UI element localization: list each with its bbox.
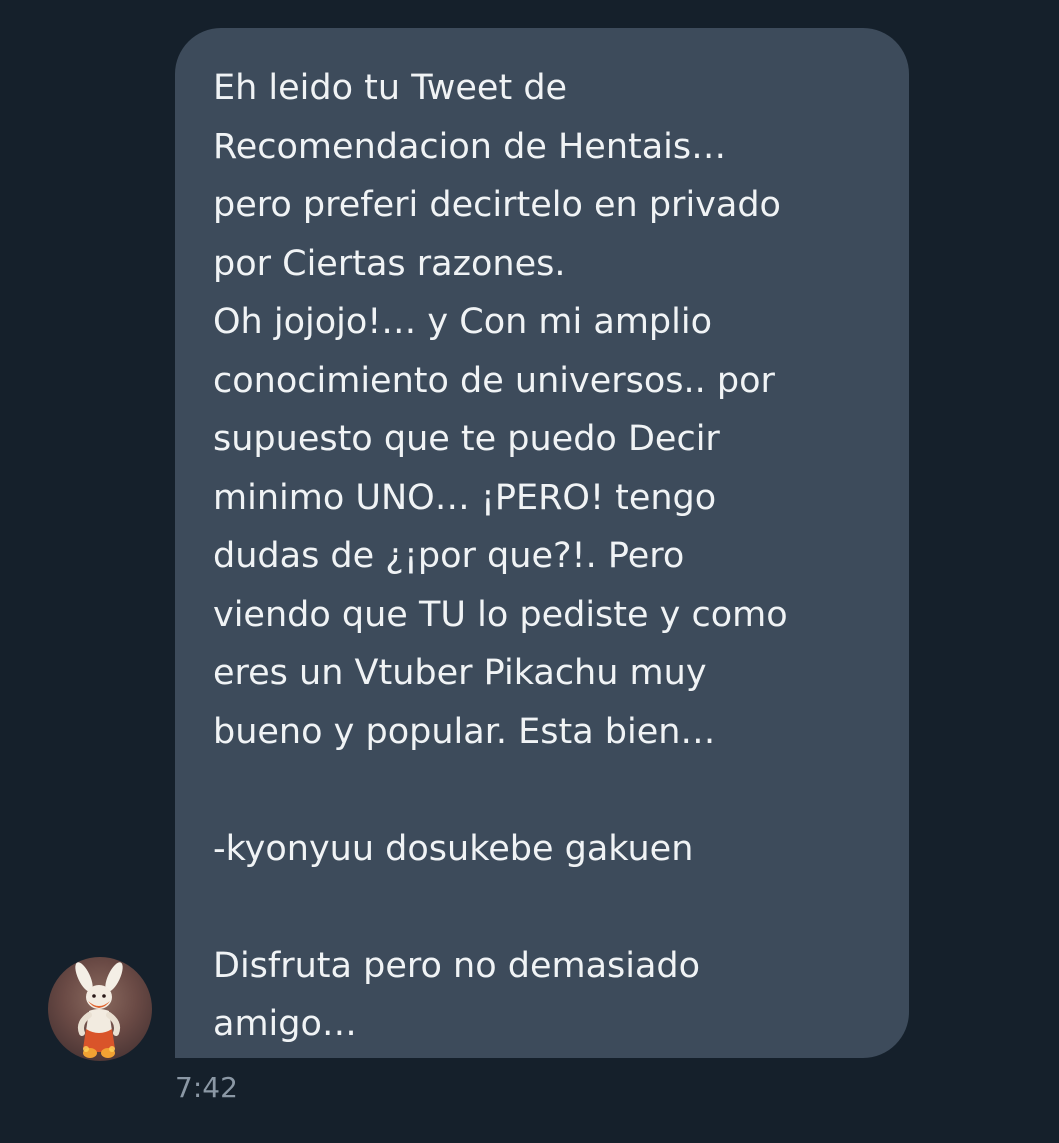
message-line: viendo que TU lo pediste y como (213, 594, 788, 635)
message-line: Disfruta pero no demasiado (213, 945, 701, 986)
message-line: -kyonyuu dosukebe gakuen (213, 828, 694, 869)
message-line: supuesto que te puedo Decir (213, 419, 720, 459)
message-line (213, 761, 879, 820)
message-line: Eh leido tu Tweet de (213, 68, 568, 108)
message-line: Oh jojojo!… y Con mi amplio (213, 302, 712, 342)
message-line: amigo… (213, 1004, 357, 1044)
message-line: bueno y popular. Esta bien… (213, 711, 716, 752)
message-line (213, 878, 879, 937)
dm-conversation-screen: Eh leido tu Tweet de Recomendacion de He… (0, 0, 1059, 1143)
message-line: conocimiento de universos.. por (213, 360, 775, 401)
message-line: eres un Vtuber Pikachu muy (213, 653, 707, 693)
message-line: por Ciertas razones. (213, 243, 566, 284)
message-timestamp: 7:42 (175, 1071, 238, 1104)
received-message-bubble[interactable]: Eh leido tu Tweet de Recomendacion de He… (175, 28, 909, 1058)
message-line: minimo UNO… ¡PERO! tengo (213, 477, 717, 518)
message-line: dudas de ¿¡por que?!. Pero (213, 536, 685, 576)
sender-avatar[interactable] (48, 957, 152, 1061)
message-line: pero preferi decirtelo en privado (213, 185, 781, 225)
fire-rabbit-avatar-icon (75, 962, 123, 1058)
message-line: Recomendacion de Hentais… (213, 126, 727, 167)
